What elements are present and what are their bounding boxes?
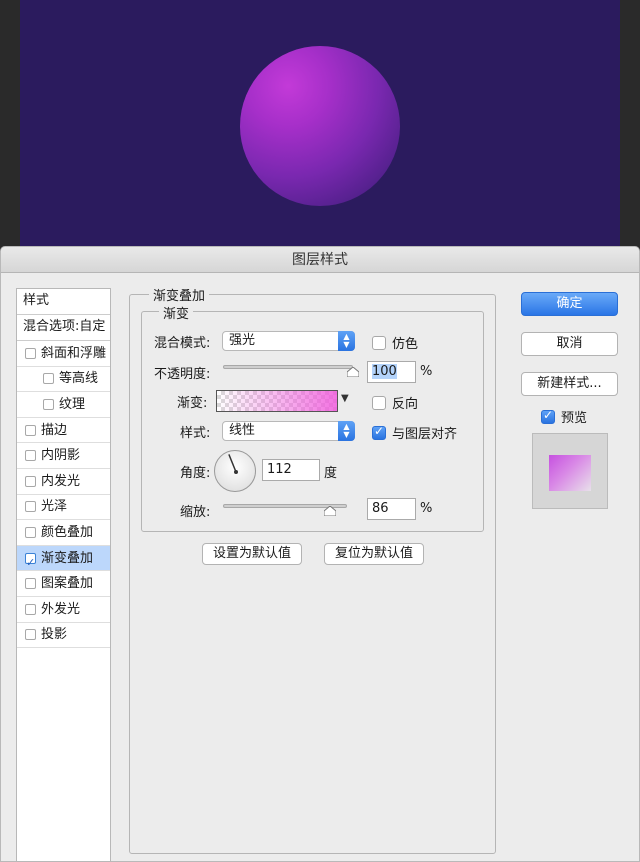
align-box xyxy=(372,424,386,440)
style-item[interactable]: 渐变叠加 xyxy=(17,545,110,575)
style-item-label: 纹理 xyxy=(59,396,86,412)
angle-value: 112 xyxy=(267,462,292,477)
cancel-button[interactable]: 取消 xyxy=(521,332,618,356)
style-list-header[interactable]: 样式 xyxy=(17,289,110,315)
preview-box xyxy=(541,408,555,424)
blending-options-item[interactable]: 混合选项:自定 xyxy=(17,315,110,341)
style-item-checkbox[interactable] xyxy=(25,347,36,359)
scale-slider-thumb[interactable] xyxy=(323,506,336,516)
style-item-label: 颜色叠加 xyxy=(41,524,94,540)
scale-unit: % xyxy=(420,501,433,516)
dither-box xyxy=(372,335,386,350)
opacity-slider-thumb[interactable] xyxy=(347,367,359,377)
ok-button[interactable]: 确定 xyxy=(521,292,618,316)
style-item-checkbox[interactable] xyxy=(25,526,36,538)
angle-label: 角度: xyxy=(180,466,211,481)
angle-dial[interactable] xyxy=(214,450,256,492)
reverse-box xyxy=(372,395,386,410)
style-item-checkbox[interactable] xyxy=(25,578,36,590)
style-item[interactable]: 投影 xyxy=(17,623,110,649)
dither-label: 仿色 xyxy=(392,337,419,352)
chevron-down-icon[interactable]: ▼ xyxy=(341,393,349,404)
style-label: 样式: xyxy=(180,426,211,441)
style-item[interactable]: 内发光 xyxy=(17,469,110,495)
scale-label: 缩放: xyxy=(180,505,211,520)
opacity-slider[interactable] xyxy=(223,365,353,369)
preview-swatch xyxy=(549,455,591,491)
style-item-label: 描边 xyxy=(41,422,68,438)
style-item[interactable]: 内阴影 xyxy=(17,443,110,469)
reverse-label: 反向 xyxy=(392,397,419,412)
scale-value: 86 xyxy=(372,501,389,516)
style-item-label: 光泽 xyxy=(41,499,68,515)
layer-style-dialog: 图层样式 样式 混合选项:自定 斜面和浮雕等高线纹理描边内阴影内发光光泽颜色叠加… xyxy=(0,246,640,862)
gradient-style-value: 线性 xyxy=(229,423,256,438)
style-item-checkbox[interactable] xyxy=(25,475,36,487)
style-item-checkbox[interactable] xyxy=(25,501,36,513)
gradient-swatch[interactable] xyxy=(216,390,338,412)
style-item[interactable]: 图案叠加 xyxy=(17,571,110,597)
group-title: 渐变叠加 xyxy=(149,285,210,304)
opacity-label: 不透明度: xyxy=(154,367,211,382)
new-style-button[interactable]: 新建样式... xyxy=(521,372,618,396)
scale-input[interactable]: 86 xyxy=(367,498,416,520)
style-item[interactable]: 纹理 xyxy=(17,392,110,418)
preview-label: 预览 xyxy=(561,411,588,426)
style-item-checkbox[interactable] xyxy=(43,373,54,385)
style-item-label: 图案叠加 xyxy=(41,576,94,592)
reverse-checkbox[interactable]: 反向 xyxy=(372,393,418,412)
updown-arrows-icon: ▲ ▼ xyxy=(338,331,355,351)
dither-checkbox[interactable]: 仿色 xyxy=(372,333,418,352)
opacity-input[interactable]: 100 xyxy=(367,361,416,383)
dialog-title: 图层样式 xyxy=(1,247,639,273)
document-canvas xyxy=(20,0,620,250)
blend-mode-label: 混合模式: xyxy=(154,336,211,351)
gradient-sphere xyxy=(240,46,400,206)
style-item-checkbox[interactable] xyxy=(25,450,36,462)
gradient-label: 渐变: xyxy=(177,396,208,411)
style-item[interactable]: 颜色叠加 xyxy=(17,520,110,546)
blend-mode-select[interactable]: 强光 ▲ ▼ xyxy=(222,331,355,351)
angle-unit: 度 xyxy=(324,466,338,481)
style-item-label: 渐变叠加 xyxy=(41,550,94,566)
style-list: 样式 混合选项:自定 斜面和浮雕等高线纹理描边内阴影内发光光泽颜色叠加渐变叠加图… xyxy=(16,288,111,862)
style-item-checkbox[interactable] xyxy=(43,398,54,410)
style-item-label: 内发光 xyxy=(41,473,81,489)
inner-group-title: 渐变 xyxy=(159,303,194,322)
style-item-checkbox[interactable] xyxy=(25,629,36,641)
style-item[interactable]: 光泽 xyxy=(17,495,110,521)
style-preview xyxy=(532,433,608,509)
style-item-checkbox[interactable] xyxy=(25,550,36,575)
style-item[interactable]: 斜面和浮雕 xyxy=(17,341,110,367)
style-item-checkbox[interactable] xyxy=(25,603,36,615)
style-item-label: 等高线 xyxy=(59,371,99,387)
make-default-button[interactable]: 设置为默认值 xyxy=(202,543,302,565)
style-item[interactable]: 等高线 xyxy=(17,367,110,393)
updown-arrows-icon: ▲ ▼ xyxy=(338,421,355,441)
align-with-layer-checkbox[interactable]: 与图层对齐 xyxy=(372,423,457,442)
style-item[interactable]: 描边 xyxy=(17,418,110,444)
reset-default-button[interactable]: 复位为默认值 xyxy=(324,543,424,565)
style-item-checkbox[interactable] xyxy=(25,424,36,436)
style-item-label: 斜面和浮雕 xyxy=(41,345,107,361)
gradient-style-select[interactable]: 线性 ▲ ▼ xyxy=(222,421,355,441)
blend-mode-value: 强光 xyxy=(229,333,256,348)
style-item[interactable]: 外发光 xyxy=(17,597,110,623)
angle-input[interactable]: 112 xyxy=(262,459,320,481)
style-item-label: 内阴影 xyxy=(41,448,81,464)
style-item-label: 投影 xyxy=(41,627,68,643)
opacity-value: 100 xyxy=(372,364,397,379)
align-label: 与图层对齐 xyxy=(392,427,458,442)
angle-needle-icon xyxy=(228,454,238,474)
preview-checkbox[interactable]: 预览 xyxy=(541,407,587,426)
style-item-label: 外发光 xyxy=(41,601,81,617)
opacity-unit: % xyxy=(420,364,433,379)
